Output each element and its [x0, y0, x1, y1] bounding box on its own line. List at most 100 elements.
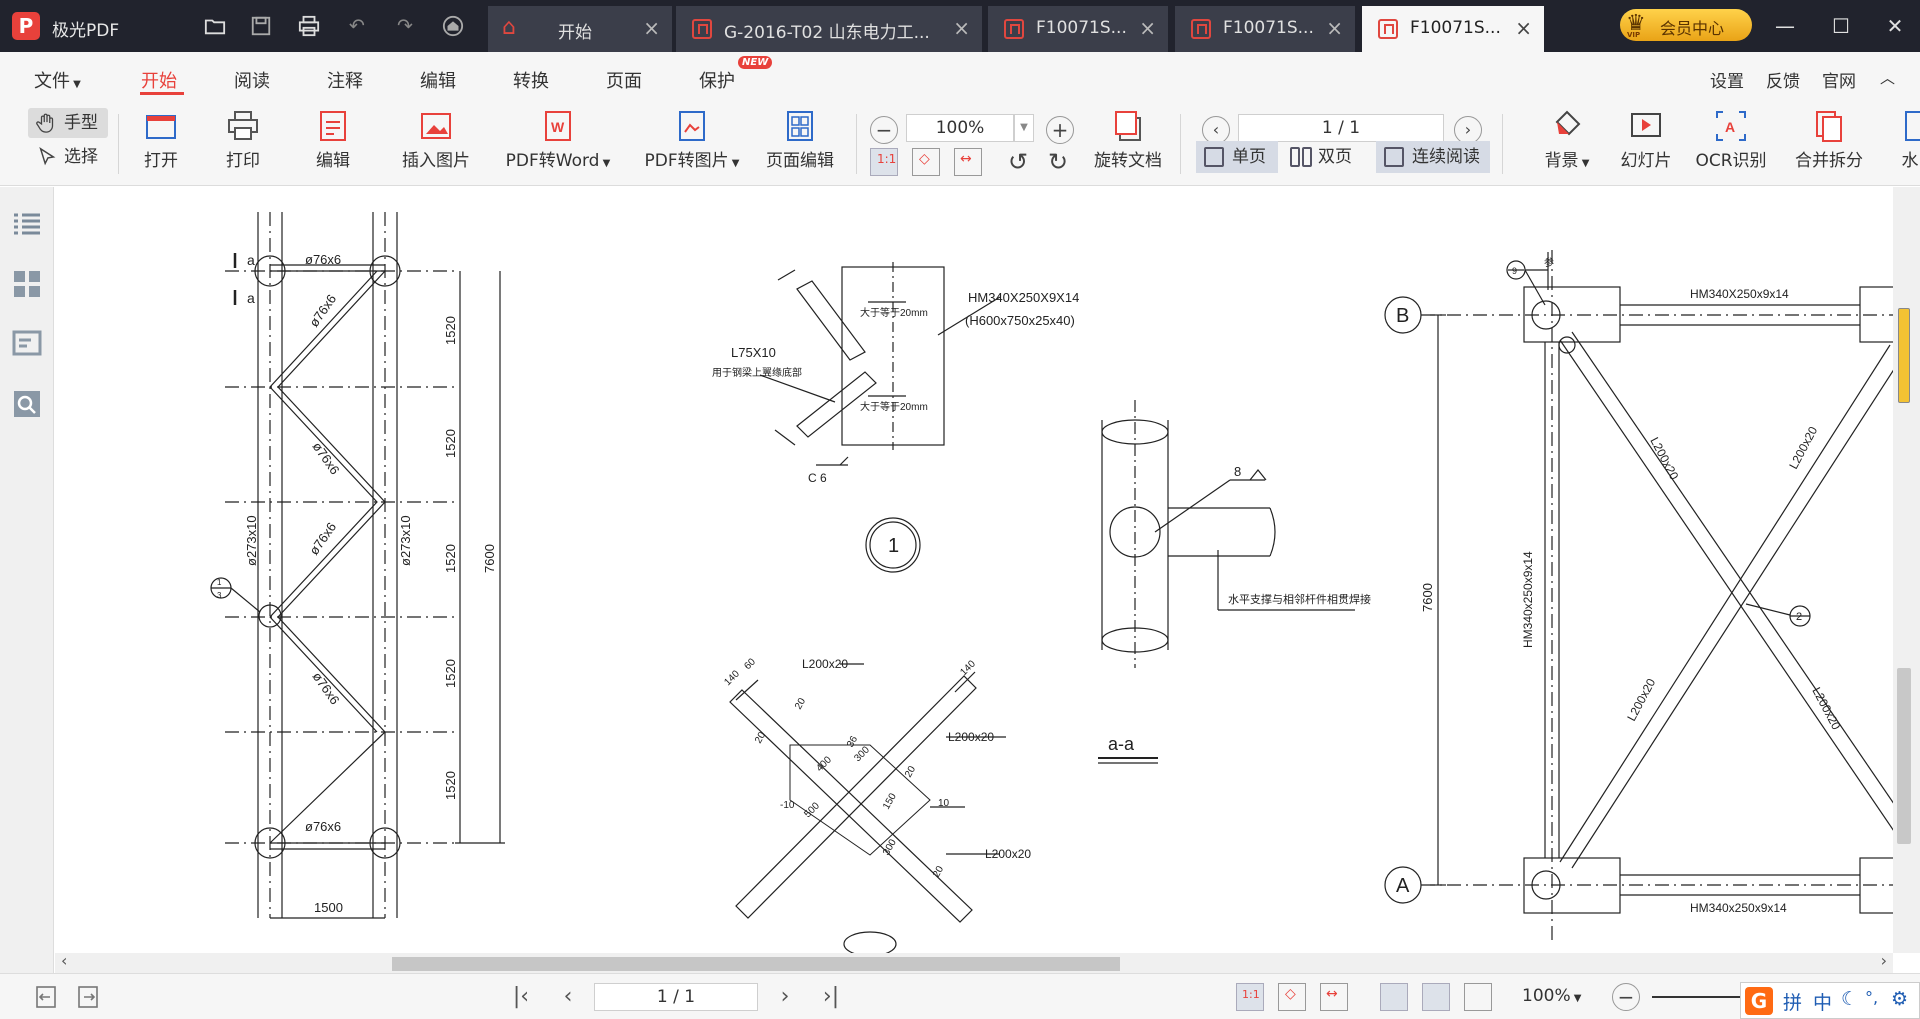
status-zoom[interactable]: 100% ▼ — [1522, 986, 1581, 1006]
menu-page[interactable]: 页面 — [606, 67, 642, 93]
prev-page-button[interactable]: ‹ — [1202, 116, 1230, 144]
close-icon[interactable]: × — [1326, 16, 1343, 40]
section-mark-a: a — [247, 252, 255, 268]
ime-toolbar[interactable]: G 拼 中 ☾ °, ⚙ — [1740, 982, 1920, 1019]
fit-page-icon[interactable]: ◇ — [912, 148, 940, 176]
close-icon[interactable]: × — [1139, 16, 1156, 40]
print-icon[interactable] — [296, 13, 322, 39]
print-button[interactable]: 打印 — [218, 108, 268, 182]
continuous-view-icon[interactable] — [1380, 983, 1408, 1011]
background-button[interactable]: 背景 ▼ — [1536, 108, 1598, 182]
close-icon[interactable]: × — [1515, 16, 1532, 40]
cursor-arrow-icon — [39, 147, 56, 166]
tab-document[interactable]: F10071S... × — [1175, 6, 1355, 52]
zoom-out-button[interactable]: − — [870, 116, 898, 144]
page-number-input[interactable]: 1 / 1 — [1238, 114, 1444, 142]
scroll-right-icon[interactable]: › — [1881, 951, 1887, 970]
maximize-icon[interactable]: ☐ — [1826, 12, 1856, 40]
pdf-to-word-button[interactable]: W PDF转Word ▼ — [497, 108, 619, 182]
thumbnails-icon[interactable] — [12, 269, 42, 299]
collapse-ribbon-icon[interactable]: ︿ — [1880, 67, 1895, 88]
tab-document[interactable]: G-2016-T02 山东电力工... × — [676, 6, 982, 52]
menu-feedback[interactable]: 反馈 — [1766, 67, 1800, 92]
watermark-button[interactable]: 水 — [1900, 108, 1920, 182]
rotate-document-button[interactable]: 旋转文档 — [1090, 108, 1166, 182]
home-nav-icon[interactable] — [440, 13, 466, 39]
exit-right-icon[interactable] — [76, 984, 102, 1010]
zoom-input[interactable]: 100% — [906, 114, 1014, 142]
single-page-button[interactable]: 单页 — [1196, 141, 1278, 173]
status-zoom-out-button[interactable]: − — [1612, 983, 1640, 1011]
annotation-list-icon[interactable] — [12, 329, 42, 359]
fit-width-icon[interactable]: ↔ — [954, 148, 982, 176]
vip-center-button[interactable]: ♛ VIP 会员中心 — [1620, 9, 1752, 41]
tab-home[interactable]: ⌂ 开始 × — [488, 6, 672, 52]
continuous-read-button[interactable]: 连续阅读 — [1376, 141, 1490, 173]
next-page-button[interactable]: › — [1454, 116, 1482, 144]
double-view-icon[interactable] — [1464, 983, 1492, 1011]
ime-language[interactable]: 中 — [1813, 988, 1832, 1015]
close-window-icon[interactable]: ✕ — [1880, 12, 1910, 40]
fit-width-icon[interactable]: ↔ — [1320, 983, 1348, 1011]
tab-document-active[interactable]: F10071S... × — [1362, 6, 1544, 52]
menu-settings[interactable]: 设置 — [1710, 67, 1744, 92]
redo-icon[interactable]: ↷ — [392, 13, 418, 39]
rotate-left-icon[interactable]: ↺ — [1004, 148, 1032, 176]
ocr-button[interactable]: A OCR识别 — [1690, 108, 1772, 182]
tab-document[interactable]: F10071S... × — [988, 6, 1168, 52]
actual-size-icon[interactable]: 1:1 — [1236, 983, 1264, 1011]
close-icon[interactable]: × — [953, 16, 970, 40]
pdf-to-image-button[interactable]: PDF转图片 ▼ — [638, 108, 746, 182]
ime-settings-icon[interactable]: ⚙ — [1891, 988, 1908, 1010]
zoom-dropdown-icon[interactable]: ▼ — [1014, 114, 1034, 142]
next-page-icon[interactable]: › — [772, 984, 798, 1010]
brace-label: L200x20 — [1809, 685, 1843, 733]
select-tool-button[interactable]: 选择 — [28, 142, 108, 172]
page-edit-button[interactable]: 页面编辑 — [762, 108, 838, 182]
status-page-input[interactable]: 1 / 1 — [594, 983, 758, 1011]
bookmark-list-icon[interactable] — [12, 209, 42, 239]
insert-image-button[interactable]: 插入图片 — [398, 108, 474, 182]
menu-website[interactable]: 官网 — [1822, 67, 1856, 92]
single-view-icon[interactable] — [1422, 983, 1450, 1011]
fit-page-icon[interactable]: ◇ — [1278, 983, 1306, 1011]
rotate-right-icon[interactable]: ↻ — [1044, 148, 1072, 176]
menu-start[interactable]: 开始 — [141, 67, 177, 93]
open-button[interactable]: 打开 — [136, 108, 186, 182]
first-page-icon[interactable]: |‹ — [508, 984, 534, 1010]
open-folder-icon[interactable] — [202, 13, 228, 39]
search-icon[interactable] — [12, 389, 42, 419]
ime-punctuation-icon[interactable]: °, — [1865, 988, 1878, 1007]
menu-convert[interactable]: 转换 — [513, 67, 549, 93]
menu-edit[interactable]: 编辑 — [420, 67, 456, 93]
zoom-slider[interactable] — [1652, 996, 1740, 998]
vertical-scroll-thumb[interactable] — [1897, 668, 1911, 844]
ime-moon-icon[interactable]: ☾ — [1841, 988, 1858, 1010]
menu-annotate[interactable]: 注释 — [327, 67, 363, 93]
undo-icon[interactable]: ↶ — [344, 13, 370, 39]
merge-split-button[interactable]: 合并拆分 — [1788, 108, 1870, 182]
slideshow-button[interactable]: 幻灯片 — [1616, 108, 1676, 182]
save-icon[interactable] — [248, 13, 274, 39]
hand-tool-button[interactable]: 手型 — [28, 108, 108, 138]
ime-logo-icon: G — [1745, 987, 1773, 1015]
document-view[interactable]: a a 1 3 ø76x6 ø76x6 ø76x6 ø76x6 ø76x6 ø7… — [55, 187, 1893, 953]
last-page-icon[interactable]: ›| — [818, 984, 844, 1010]
scroll-left-icon[interactable]: ‹ — [61, 951, 67, 970]
double-page-button[interactable]: 双页 — [1282, 141, 1364, 173]
close-icon[interactable]: × — [643, 16, 660, 40]
total-height-dimension: 7600 — [482, 544, 497, 573]
exit-left-icon[interactable] — [34, 984, 60, 1010]
horizontal-scroll-thumb[interactable] — [392, 957, 1120, 971]
menu-read[interactable]: 阅读 — [234, 67, 270, 93]
menu-file[interactable]: 文件 ▼ — [34, 67, 81, 93]
axis-label-b: B — [1396, 305, 1409, 327]
width-dimension: 1500 — [314, 900, 343, 915]
actual-size-icon[interactable]: 1:1 — [870, 148, 898, 176]
edit-button[interactable]: 编辑 — [308, 108, 358, 182]
prev-page-icon[interactable]: ‹ — [555, 984, 581, 1010]
menu-protect[interactable]: 保护 — [699, 67, 735, 93]
zoom-in-button[interactable]: + — [1046, 116, 1074, 144]
minimize-icon[interactable]: — — [1770, 12, 1800, 40]
ime-mode[interactable]: 拼 — [1783, 988, 1802, 1015]
